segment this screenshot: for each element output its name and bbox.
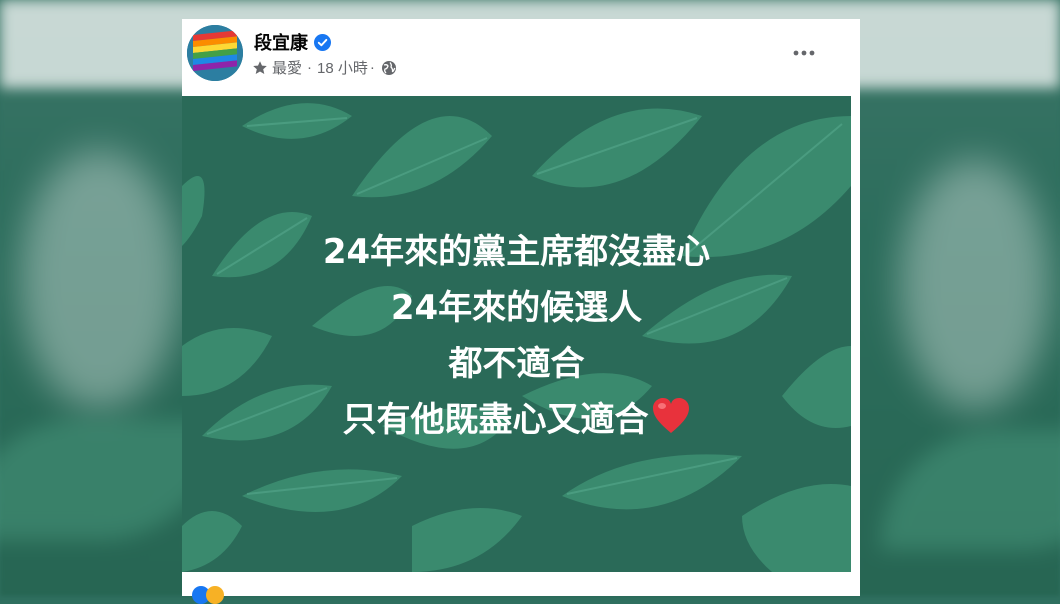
meta-separator-2: · — [369, 59, 375, 76]
post-line-3: 都不適合 — [448, 344, 585, 384]
favorite-label[interactable]: 最愛 — [272, 57, 302, 78]
author-row: 段宜康 — [254, 29, 331, 55]
reaction-icons[interactable] — [192, 586, 224, 604]
globe-icon[interactable] — [381, 60, 397, 76]
star-icon — [253, 60, 267, 74]
post-text: 24年來的黨主席都沒盡心 24年來的候選人 都不適合 只有他既盡心又適合 — [182, 224, 851, 448]
post-image[interactable]: 24年來的黨主席都沒盡心 24年來的候選人 都不適合 只有他既盡心又適合 — [182, 96, 851, 572]
post-header: 段宜康 最愛 · 18 小時 · — [182, 19, 860, 95]
author-name[interactable]: 段宜康 — [254, 29, 308, 55]
post-line-4-wrap: 只有他既盡心又適合 — [182, 392, 851, 448]
author-avatar[interactable] — [187, 25, 243, 81]
post-meta: 最愛 · 18 小時 · — [252, 57, 397, 78]
post-time[interactable]: 18 小時 — [317, 57, 368, 78]
heart-icon — [652, 398, 689, 433]
more-options-button[interactable] — [786, 35, 822, 71]
reactions-bar — [182, 572, 860, 604]
verified-badge-icon — [314, 33, 331, 51]
post-line-2: 24年來的候選人 — [390, 288, 643, 328]
care-reaction-icon — [206, 586, 224, 604]
more-options-icon — [793, 50, 815, 56]
meta-separator: · — [307, 59, 313, 76]
post-line-1: 24年來的黨主席都沒盡心 — [322, 232, 711, 272]
post-card: 段宜康 最愛 · 18 小時 · 24年來的黨主席都沒盡心 24年來的候選人 都… — [182, 19, 860, 604]
post-line-4: 只有他既盡心又適合 — [342, 400, 649, 440]
